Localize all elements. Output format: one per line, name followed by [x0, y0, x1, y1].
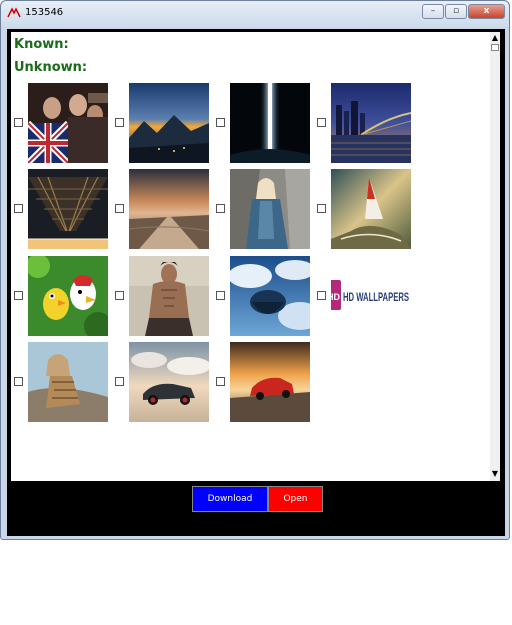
image-cell — [216, 342, 316, 422]
image-cell — [216, 169, 316, 249]
image-thumbnail[interactable] — [230, 169, 310, 249]
window-title: 153546 — [25, 7, 64, 18]
known-label: Known: — [14, 37, 69, 52]
main-frame: Known: Unknown: D HD WALLPAPERS ▲ ▼ Down… — [7, 29, 505, 536]
woman-rocks-image — [28, 342, 108, 422]
image-thumbnail[interactable] — [331, 169, 411, 249]
image-cell — [14, 342, 114, 422]
image-thumbnail[interactable] — [230, 342, 310, 422]
image-cell: HD HD WALLPAPERS — [317, 256, 417, 336]
space-beam-image — [230, 83, 310, 163]
title-bar[interactable]: 153546 – ▫ x — [1, 1, 509, 27]
minimize-button[interactable]: – — [422, 4, 444, 19]
image-checkbox[interactable] — [14, 118, 23, 127]
red-car-sunset-image — [230, 342, 310, 422]
open-button[interactable]: Open — [268, 486, 323, 512]
cartoon-birds-image — [28, 256, 108, 336]
image-checkbox[interactable] — [115, 204, 124, 213]
app-icon — [7, 7, 21, 18]
image-checkbox[interactable] — [317, 204, 326, 213]
scroll-up-icon[interactable]: ▲ — [490, 32, 500, 44]
image-checkbox[interactable] — [216, 291, 225, 300]
mountain-sunset-image — [129, 83, 209, 163]
image-cell — [14, 83, 114, 163]
image-thumbnail[interactable] — [230, 256, 310, 336]
unknown-label: Unknown: — [14, 60, 88, 75]
floating-island-image — [230, 256, 310, 336]
image-cell — [317, 169, 417, 249]
image-thumbnail[interactable] — [129, 342, 209, 422]
image-checkbox[interactable] — [216, 204, 225, 213]
movie-poster-image — [28, 83, 108, 163]
bridge-underside-image — [28, 169, 108, 249]
vertical-scrollbar[interactable]: ▲ ▼ — [490, 32, 500, 481]
image-cell — [216, 83, 316, 163]
image-checkbox[interactable] — [216, 118, 225, 127]
image-checkbox[interactable] — [115, 118, 124, 127]
image-cell — [216, 256, 316, 336]
svg-text:HD: HD — [331, 292, 340, 302]
sports-car-clouds-image — [129, 342, 209, 422]
image-thumbnail[interactable] — [129, 169, 209, 249]
image-thumbnail[interactable] — [28, 256, 108, 336]
image-thumbnail[interactable] — [331, 83, 411, 163]
scroll-down-icon[interactable]: ▼ — [490, 468, 500, 480]
svg-text:HD WALLPAPERS: HD WALLPAPERS — [343, 290, 409, 304]
image-cell — [115, 256, 215, 336]
image-checkbox[interactable] — [317, 118, 326, 127]
image-checkbox[interactable] — [115, 291, 124, 300]
image-thumbnail[interactable] — [129, 83, 209, 163]
app-window: 153546 – ▫ x Known: Unknown: D HD WALLPA… — [0, 0, 510, 540]
image-checkbox[interactable] — [14, 291, 23, 300]
image-cell — [14, 169, 114, 249]
image-cell — [115, 342, 215, 422]
image-thumbnail[interactable] — [230, 83, 310, 163]
maximize-button[interactable]: ▫ — [445, 4, 467, 19]
image-thumbnail[interactable] — [28, 83, 108, 163]
image-checkbox[interactable] — [216, 377, 225, 386]
image-thumbnail[interactable]: HD HD WALLPAPERS — [331, 256, 411, 336]
image-checkbox[interactable] — [115, 377, 124, 386]
wolverine-image — [129, 256, 209, 336]
scroll-content[interactable]: Known: Unknown: D HD WALLPAPERS — [11, 32, 490, 481]
woman-cloak-image — [230, 169, 310, 249]
image-thumbnail[interactable] — [28, 169, 108, 249]
image-cell — [317, 83, 417, 163]
scroll-thumb[interactable] — [491, 44, 499, 51]
city-bridge-image — [331, 83, 411, 163]
close-button[interactable]: x — [468, 4, 505, 19]
hd-wallpapers-logo: HD HD WALLPAPERS — [331, 256, 411, 336]
image-checkbox[interactable] — [317, 291, 326, 300]
image-cell — [14, 256, 114, 336]
download-button[interactable]: Download — [192, 486, 268, 512]
windsurfer-image — [331, 169, 411, 249]
image-thumbnail[interactable] — [129, 256, 209, 336]
image-cell — [115, 169, 215, 249]
image-cell — [115, 83, 215, 163]
beach-sunset-image — [129, 169, 209, 249]
image-thumbnail[interactable] — [28, 342, 108, 422]
image-checkbox[interactable] — [14, 204, 23, 213]
image-checkbox[interactable] — [14, 377, 23, 386]
